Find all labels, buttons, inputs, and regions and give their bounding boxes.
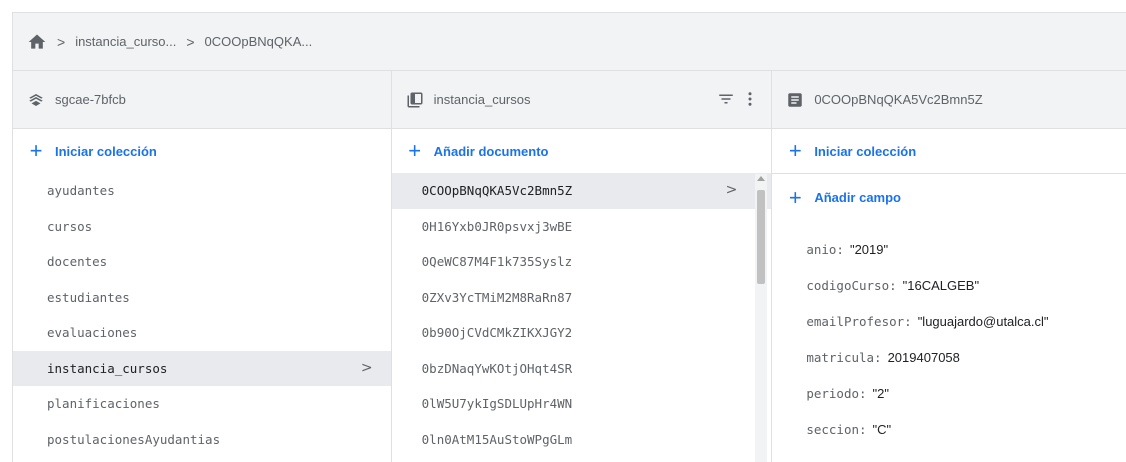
data-panels: sgcae-7bfcb + Iniciar colección ayudante… <box>12 70 1126 462</box>
collection-item[interactable]: cursos <box>13 209 391 245</box>
document-panel-header: 0COOpBNqQKA5Vc2Bmn5Z <box>772 71 1126 129</box>
plus-icon: + <box>788 138 802 163</box>
field-value: "16CALGEB" <box>902 277 980 293</box>
firestore-icon <box>27 91 45 109</box>
collection-item[interactable]: evaluaciones <box>13 315 391 351</box>
field-colon: : <box>874 349 882 365</box>
start-collection-label: Iniciar colección <box>55 143 157 159</box>
document-icon <box>786 91 804 109</box>
plus-icon: + <box>29 138 43 163</box>
field-row[interactable]: emailProfesor: "luguajardo@utalca.cl" <box>772 303 1126 339</box>
add-field-button[interactable]: + Añadir campo <box>772 173 1126 221</box>
document-item[interactable]: 0H16Yxb0JR0psvxj3wBE <box>392 209 772 245</box>
document-item-label: 0COOpBNqQKA5Vc2Bmn5Z <box>421 183 573 199</box>
collection-item[interactable]: estudiantes <box>13 280 391 316</box>
collection-panel-header: instancia_cursos <box>391 71 772 129</box>
field-colon: : <box>859 385 867 401</box>
field-colon: : <box>859 421 867 437</box>
start-subcollection-button[interactable]: + Iniciar colección <box>772 129 1126 173</box>
project-name: sgcae-7bfcb <box>55 92 126 107</box>
document-panel: 0COOpBNqQKA5Vc2Bmn5Z + Iniciar colección… <box>772 71 1126 462</box>
field-key: codigoCurso <box>806 277 890 293</box>
collection-panel: instancia_cursos + Añadir documento 0COO… <box>391 71 773 462</box>
field-row[interactable]: matricula:2019407058 <box>772 339 1126 375</box>
add-field-label: Añadir campo <box>814 190 901 205</box>
filter-icon[interactable] <box>717 90 735 111</box>
field-value: 2019407058 <box>887 349 960 365</box>
chevron-right-icon: > <box>186 33 195 50</box>
field-colon: : <box>889 277 897 293</box>
start-subcollection-label: Iniciar colección <box>814 143 917 159</box>
plus-icon: + <box>788 184 802 210</box>
field-row[interactable]: anio: "2019" <box>772 231 1126 267</box>
collection-icon <box>406 91 424 109</box>
document-id: 0COOpBNqQKA5Vc2Bmn5Z <box>814 92 983 107</box>
field-key: periodo <box>806 385 859 401</box>
field-value: "C" <box>872 421 892 437</box>
field-colon: : <box>836 241 844 257</box>
field-row[interactable]: periodo: "2" <box>772 375 1126 411</box>
field-list: anio: "2019" codigoCurso: "16CALGEB" email… <box>772 221 1126 447</box>
chevron-right-icon: > <box>360 359 373 376</box>
document-item[interactable]: 0ln0AtM15AuStoWPgGLm <box>392 422 772 458</box>
field-value: "luguajardo@utalca.cl" <box>917 313 1049 329</box>
field-key: matricula <box>806 349 875 365</box>
collection-name: instancia_cursos <box>433 92 531 107</box>
plus-icon: + <box>408 138 422 163</box>
field-key: seccion <box>806 421 859 437</box>
field-key: emailProfesor <box>806 313 905 329</box>
field-row[interactable]: seccion: "C" <box>772 411 1126 447</box>
chevron-right-icon: > <box>57 33 66 50</box>
document-item[interactable]: 0bzDNaqYwKOtjOHqt4SR <box>392 351 772 387</box>
document-item[interactable]: 0ZXv3YcTMiM2M8RaRn87 <box>392 280 772 316</box>
field-row[interactable]: codigoCurso: "16CALGEB" <box>772 267 1126 303</box>
field-key: anio <box>806 241 837 257</box>
document-list: 0COOpBNqQKA5Vc2Bmn5Z > 0H16Yxb0JR0psvxj3… <box>391 173 772 458</box>
collection-list: ayudantes cursos docentes estudiantes ev… <box>13 173 391 457</box>
collection-item[interactable]: ayudantes <box>13 173 391 209</box>
collection-item[interactable]: postulacionesAyudantias <box>13 422 391 458</box>
chevron-right-icon: > <box>725 182 738 198</box>
field-value: "2" <box>872 385 889 401</box>
top-spacer <box>0 0 1126 12</box>
scroll-up-arrow-icon[interactable] <box>757 176 766 181</box>
add-document-button[interactable]: + Añadir documento <box>392 129 772 173</box>
collection-item[interactable]: planificaciones <box>13 386 391 422</box>
start-collection-button[interactable]: + Iniciar colección <box>13 129 391 173</box>
collection-item[interactable]: docentes <box>13 244 391 280</box>
project-panel: sgcae-7bfcb + Iniciar colección ayudante… <box>13 71 392 462</box>
breadcrumb-item-document[interactable]: 0COOpBNqQKA... <box>205 34 313 49</box>
breadcrumb: > instancia_curso... > 0COOpBNqQKA... <box>12 12 1126 70</box>
field-value: "2019" <box>849 241 889 257</box>
document-list-scrollbar[interactable] <box>755 174 768 462</box>
scrollbar-thumb[interactable] <box>757 190 766 284</box>
document-item[interactable]: 0lW5U7ykIgSDLUpHr4WN <box>392 386 772 422</box>
document-item[interactable]: 0b90OjCVdCMkZIKXJGY2 <box>392 315 772 351</box>
home-icon[interactable] <box>27 32 47 52</box>
collection-item-selected[interactable]: instancia_cursos > <box>13 350 391 386</box>
document-item-selected[interactable]: 0COOpBNqQKA5Vc2Bmn5Z > <box>391 173 772 209</box>
field-colon: : <box>904 313 912 329</box>
project-panel-header: sgcae-7bfcb <box>13 71 391 129</box>
breadcrumb-item-collection[interactable]: instancia_curso... <box>75 34 176 49</box>
add-document-label: Añadir documento <box>433 143 549 159</box>
collection-item-label: instancia_cursos <box>47 360 168 376</box>
document-item[interactable]: 0QeWC87M4F1k735Syslz <box>392 244 772 280</box>
more-vert-icon[interactable] <box>743 90 757 111</box>
